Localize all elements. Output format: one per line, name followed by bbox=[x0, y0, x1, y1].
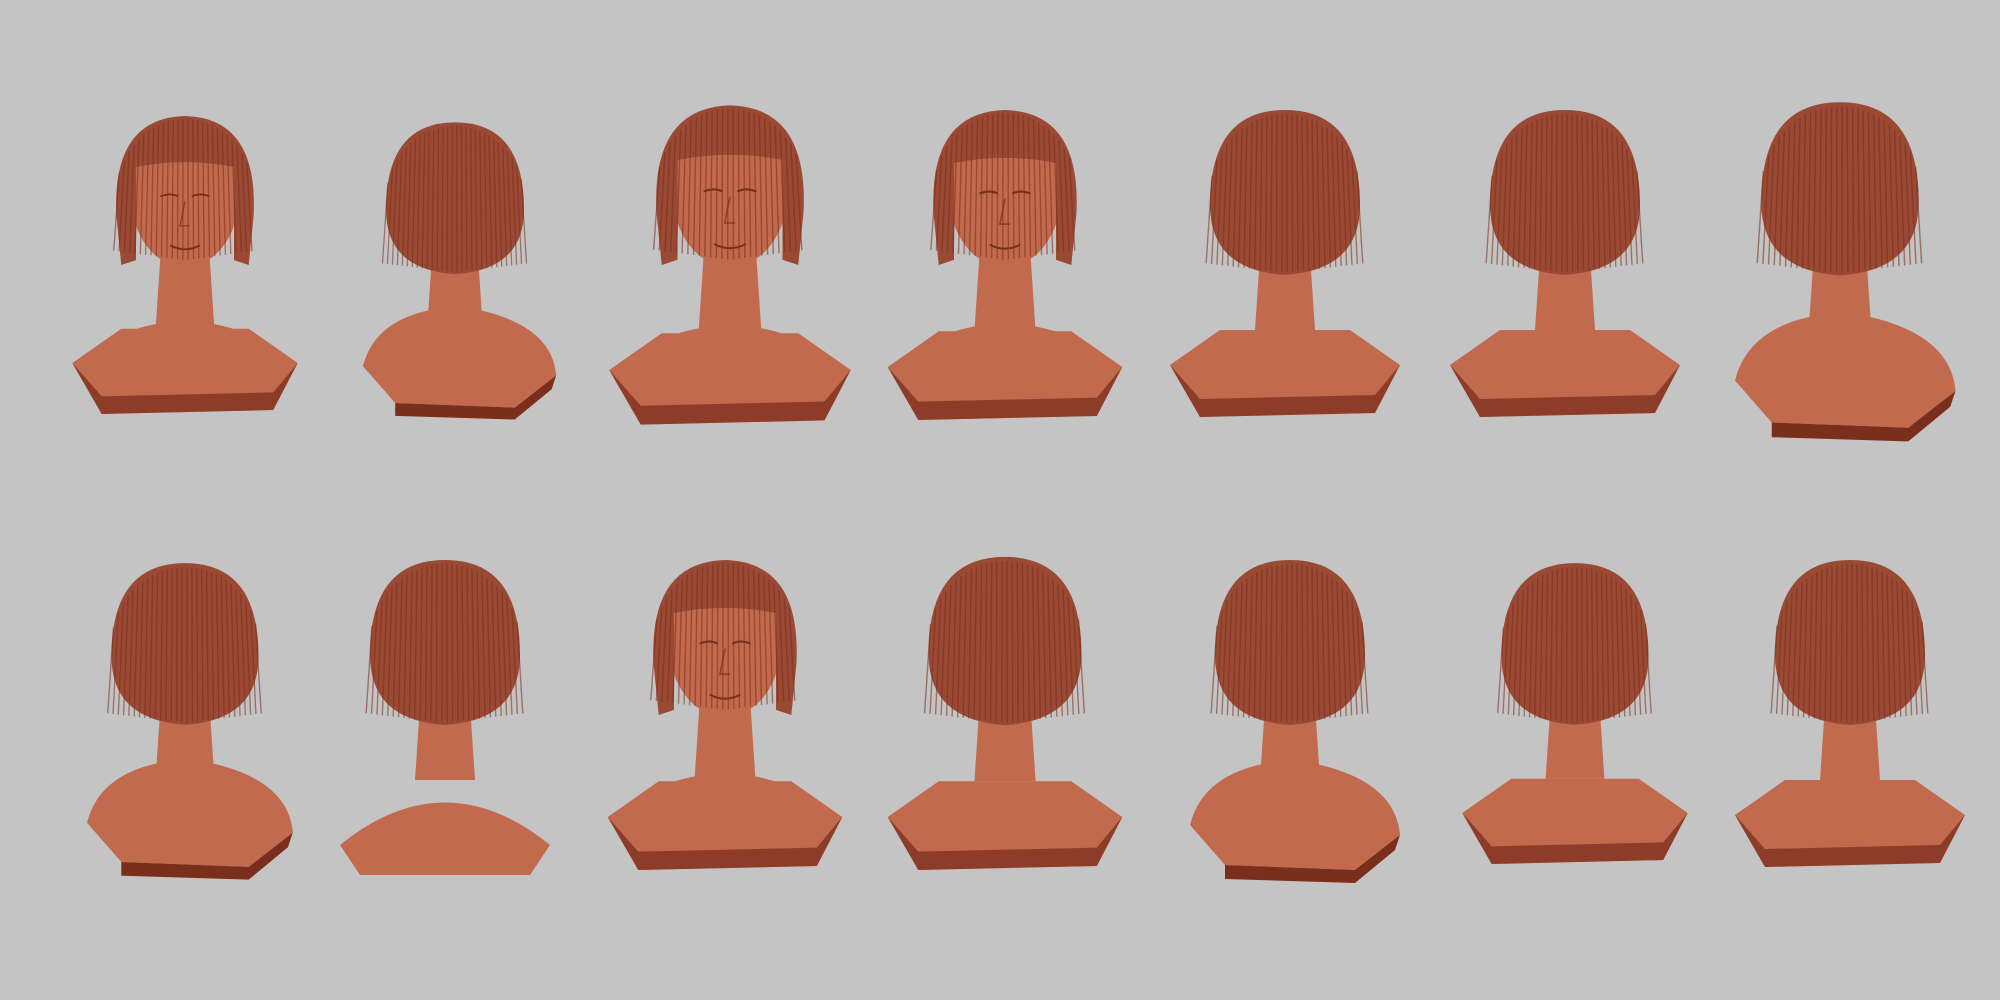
clay-bust-figure bbox=[1462, 563, 1688, 864]
bust-row2-2 bbox=[320, 545, 570, 885]
clay-bust-figure bbox=[363, 122, 557, 420]
clay-bust-figure bbox=[887, 109, 1123, 421]
clay-bust-figure bbox=[1735, 560, 1965, 867]
bust-row1-1 bbox=[60, 95, 310, 435]
bust-row1-5 bbox=[1160, 95, 1410, 435]
clay-bust-figure bbox=[72, 116, 298, 414]
bust-row2-3 bbox=[600, 545, 850, 885]
clay-bust-figure bbox=[609, 105, 851, 425]
clay-bust-figure bbox=[887, 556, 1123, 871]
bust-row2-7 bbox=[1725, 545, 1975, 885]
clay-bust-figure bbox=[1735, 102, 1956, 442]
sculpt-turnaround-sheet bbox=[0, 0, 2000, 1000]
bust-row2-4 bbox=[880, 545, 1130, 885]
bust-row2-6 bbox=[1450, 545, 1700, 885]
bust-row1-3 bbox=[605, 95, 855, 435]
bust-row2-5 bbox=[1165, 545, 1415, 885]
bust-row2-1 bbox=[60, 545, 310, 885]
clay-bust-figure bbox=[87, 563, 293, 880]
clay-bust-figure bbox=[1190, 560, 1400, 883]
clay-bust-figure bbox=[607, 559, 843, 871]
bust-row1-2 bbox=[330, 95, 580, 435]
bust-row1-4 bbox=[880, 95, 1130, 435]
clay-bust-figure bbox=[340, 560, 550, 875]
clay-bust-figure bbox=[1450, 110, 1680, 417]
clay-bust-figure bbox=[1170, 110, 1400, 417]
bust-row1-6 bbox=[1440, 95, 1690, 435]
bust-row1-7 bbox=[1715, 95, 1965, 442]
